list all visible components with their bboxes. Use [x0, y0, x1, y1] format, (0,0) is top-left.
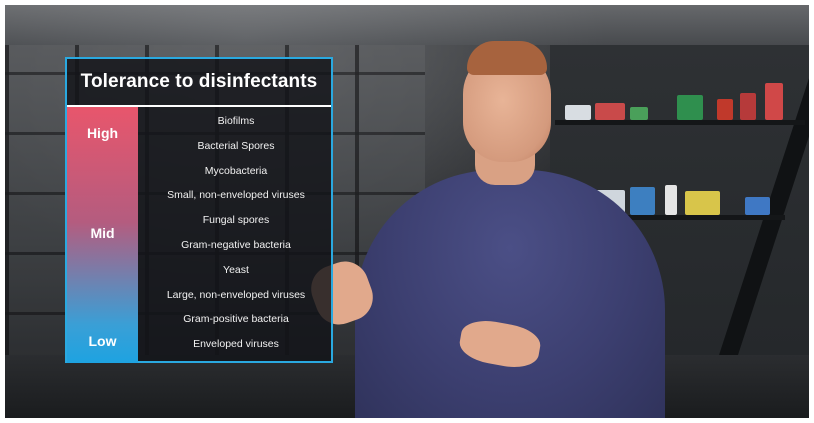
shelf-box [595, 103, 625, 120]
scale-label-mid: Mid [90, 225, 115, 241]
panel-title: Tolerance to disinfectants [67, 59, 331, 107]
list-item: Bacterial Spores [197, 139, 275, 152]
shelf-box [677, 95, 703, 120]
presenter-hair [467, 41, 547, 75]
tolerance-gradient-scale: High Mid Low [67, 107, 138, 363]
shelf-box [740, 93, 756, 120]
shelf-box [565, 105, 591, 120]
organism-list: Biofilms Bacterial Spores Mycobacteria S… [141, 109, 331, 357]
presenter-shirt [355, 170, 665, 418]
shelf-box [665, 185, 677, 215]
shelf-box [745, 197, 770, 215]
list-item: Enveloped viruses [193, 338, 279, 351]
scale-label-high: High [86, 125, 119, 141]
list-item: Mycobacteria [204, 164, 268, 177]
shelf-box [630, 187, 655, 215]
shelf-box [685, 191, 720, 215]
list-item: Gram-negative bacteria [181, 238, 291, 251]
list-item: Large, non-enveloped viruses [166, 288, 306, 301]
ceiling [5, 5, 809, 45]
shelf-box [630, 107, 648, 120]
tolerance-overlay-panel: Tolerance to disinfectants High Mid Low … [65, 57, 333, 363]
list-item: Gram-positive bacteria [183, 313, 289, 326]
list-item: Biofilms [217, 115, 255, 127]
list-item: Fungal spores [202, 214, 270, 227]
video-frame: Tolerance to disinfectants High Mid Low … [5, 5, 809, 418]
list-item: Small, non-enveloped viruses [167, 189, 305, 202]
list-item: Yeast [223, 263, 249, 276]
shelf-box [717, 99, 733, 120]
shelf-box [765, 83, 783, 120]
shelf-top [555, 120, 805, 125]
scale-label-low: Low [88, 333, 117, 349]
